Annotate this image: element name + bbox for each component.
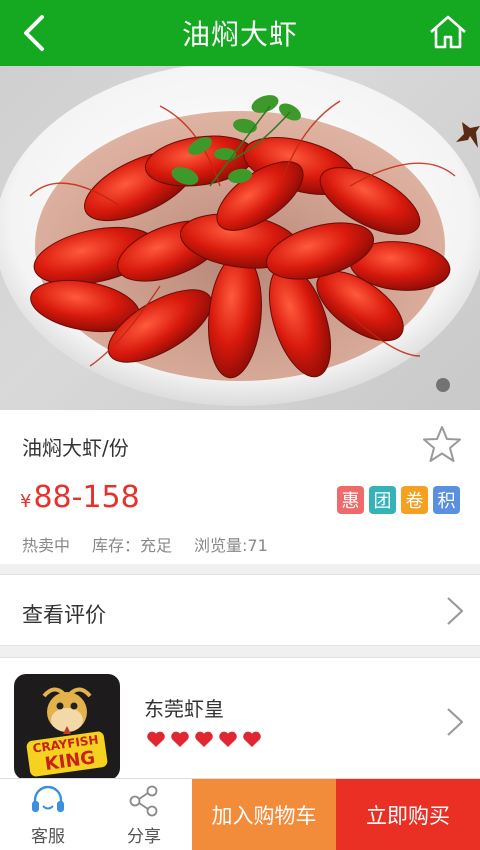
heart-icon	[171, 731, 189, 747]
headset-icon	[32, 785, 64, 812]
view-reviews-label: 查看评价	[22, 603, 106, 627]
chevron-right-icon	[447, 597, 464, 625]
view-count: 浏览量:71	[194, 536, 268, 555]
customer-service-button[interactable]: 客服	[0, 779, 96, 850]
sale-status: 热卖中	[22, 536, 71, 555]
share-label: 分享	[127, 826, 161, 847]
promo-tags: 惠 团 卷 积	[337, 486, 460, 514]
chevron-left-icon[interactable]	[18, 13, 58, 53]
heart-icon	[243, 731, 261, 747]
heart-icon	[147, 731, 165, 747]
discount-tag: 惠	[337, 486, 364, 514]
crayfish-king-logo: CRAYFISH KING	[26, 687, 108, 777]
heart-icon	[195, 731, 213, 747]
share-icon	[129, 785, 158, 816]
customer-service-label: 客服	[31, 826, 65, 847]
bottom-action-bar: 客服 分享 加入购物车 立即购买	[0, 778, 480, 850]
carousel-indicator-dot[interactable]	[436, 378, 450, 392]
shop-name: 东莞虾皇	[144, 697, 224, 721]
heart-icon	[219, 731, 237, 747]
top-navbar: 油焖大虾	[0, 0, 480, 66]
points-tag: 积	[433, 486, 460, 514]
shop-logo: CRAYFISH KING	[14, 674, 120, 780]
chevron-right-icon	[447, 708, 464, 736]
currency-symbol: ¥	[20, 491, 32, 512]
crayfish-dish-image	[0, 66, 480, 406]
product-info-card: 油焖大虾/份 ¥88-158 惠 团 卷 积 热卖中 库存：充足 浏览量:71	[0, 410, 480, 564]
group-buy-tag: 团	[369, 486, 396, 514]
product-detail-screen: 油焖大虾 油焖大虾/份 ¥88-158 惠 团 卷 积 热卖中 库存：充足 浏览…	[0, 0, 480, 850]
product-price: ¥88-158	[20, 480, 140, 515]
page-title: 油焖大虾	[181, 18, 298, 51]
add-to-cart-button[interactable]: 加入购物车	[192, 779, 336, 850]
stock-status: 库存：充足	[92, 536, 173, 555]
shop-rating	[146, 730, 262, 748]
shop-row[interactable]: CRAYFISH KING 东莞虾皇	[0, 657, 480, 782]
share-button[interactable]: 分享	[96, 779, 192, 850]
product-image-carousel[interactable]	[0, 66, 480, 410]
product-meta: 热卖中 库存：充足 浏览量:71	[22, 532, 268, 556]
star-outline-icon[interactable]	[422, 424, 462, 464]
coupon-tag: 卷	[401, 486, 428, 514]
product-name: 油焖大虾/份	[22, 436, 129, 460]
price-range: 88-158	[33, 480, 140, 515]
home-icon[interactable]	[428, 12, 468, 52]
view-reviews-row[interactable]: 查看评价	[0, 574, 480, 646]
buy-now-button[interactable]: 立即购买	[336, 779, 480, 850]
